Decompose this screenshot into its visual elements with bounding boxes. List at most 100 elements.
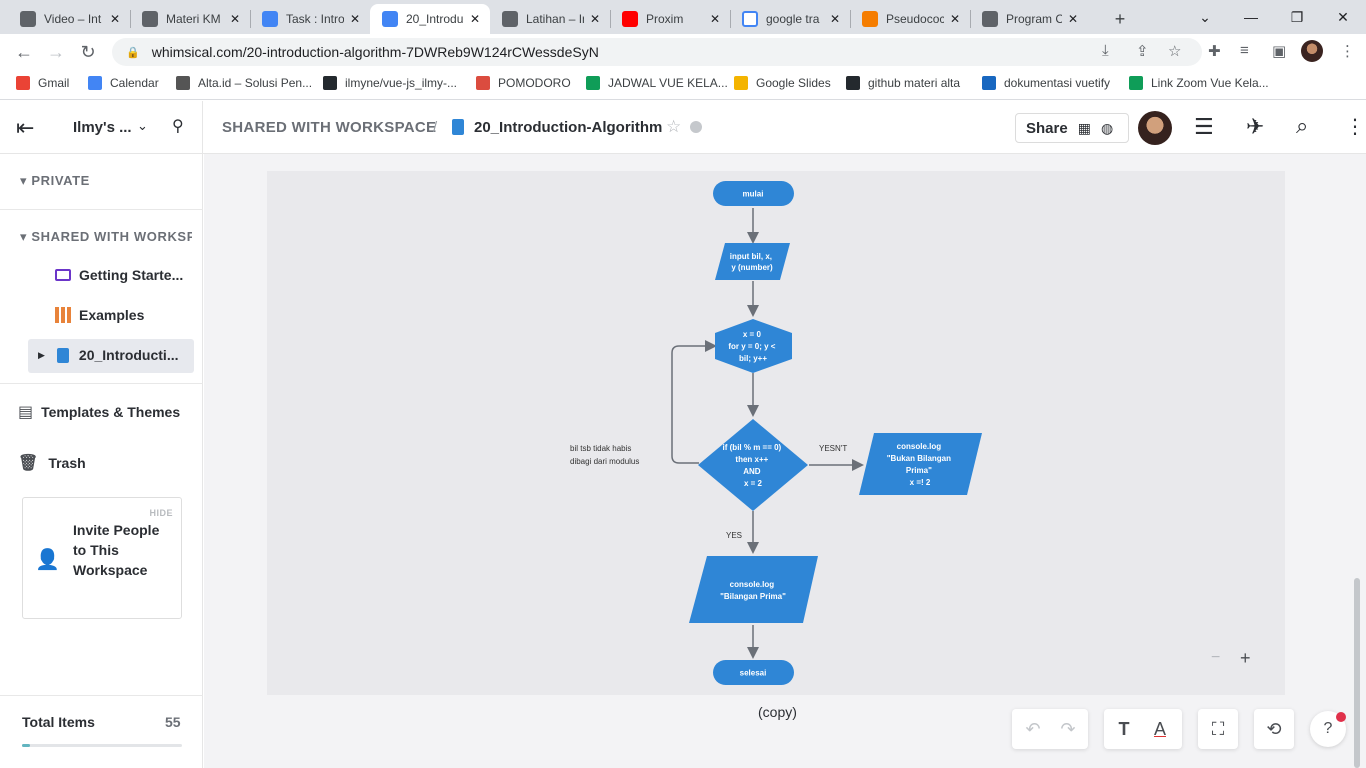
profile-avatar[interactable] <box>1301 40 1323 62</box>
tab-favicon-icon <box>262 11 278 27</box>
workspace-name[interactable]: Ilmy's ... <box>73 119 132 136</box>
zoom-in-button[interactable]: + <box>1240 648 1251 668</box>
search-icon[interactable]: ⌕ <box>1296 113 1308 139</box>
browser-tab[interactable]: Program C ✕ <box>970 4 1088 34</box>
doc-title[interactable]: 20_Introduction-Algorithm <box>474 119 662 136</box>
history-icon[interactable]: ⟲ <box>1256 711 1292 747</box>
send-icon[interactable]: ✈ <box>1246 114 1264 140</box>
templates-themes-link[interactable]: ▤ Templates & Themes <box>18 402 180 422</box>
share-button[interactable]: Share ▦ ◍ <box>1015 113 1129 143</box>
browser-tab[interactable]: Pseudococ ✕ <box>850 4 970 34</box>
flowchart-board[interactable]: mulai input bil, x, y (number) x = 0 for… <box>267 171 1285 695</box>
usage-bar <box>22 744 182 747</box>
hide-invite-button[interactable]: HIDE <box>149 508 173 518</box>
new-tab-button[interactable]: + <box>1108 4 1132 34</box>
close-tab-icon[interactable]: ✕ <box>110 12 120 26</box>
zoom-out-button[interactable]: − <box>1211 649 1220 666</box>
bookmark-item[interactable]: JADWAL VUE KELA... <box>586 76 728 90</box>
user-avatar[interactable] <box>1138 111 1172 145</box>
redo-icon[interactable]: ↷ <box>1050 711 1086 747</box>
close-tab-icon[interactable]: ✕ <box>830 12 840 26</box>
close-tab-icon[interactable]: ✕ <box>470 12 480 26</box>
browser-tab[interactable]: google tra ✕ <box>730 4 850 34</box>
close-tab-icon[interactable]: ✕ <box>1068 12 1078 26</box>
vertical-scrollbar[interactable] <box>1354 578 1360 768</box>
yes-branch-label: YES <box>726 531 742 540</box>
tab-search-icon[interactable]: ⌄ <box>1182 0 1228 34</box>
sidebar-item-getting-started[interactable]: Getting Starte... <box>55 267 183 283</box>
bookmark-item[interactable]: Calendar <box>88 76 159 90</box>
undo-icon[interactable]: ↶ <box>1015 711 1051 747</box>
chrome-menu-icon[interactable]: ⋮ <box>1340 42 1355 60</box>
browser-tab[interactable]: Materi KM ✕ <box>130 4 250 34</box>
bookmark-item[interactable]: Google Slides <box>734 76 831 90</box>
browser-tab[interactable]: Task : Intro ✕ <box>250 4 370 34</box>
text-size-icon[interactable]: T <box>1106 711 1142 747</box>
browser-tab[interactable]: 20_Introdu ✕ <box>370 4 490 34</box>
browser-tab[interactable]: Proxim ✕ <box>610 4 730 34</box>
close-window-icon[interactable]: ✕ <box>1320 0 1366 34</box>
bookmark-favicon-icon <box>88 76 102 90</box>
close-tab-icon[interactable]: ✕ <box>590 12 600 26</box>
caret-right-icon[interactable]: ▶ <box>38 350 45 361</box>
output-yes-node[interactable] <box>689 556 818 623</box>
tab-title: Latihan – In <box>526 12 584 26</box>
breadcrumb-folder[interactable]: SHARED WITH WORKSPACE <box>222 119 436 136</box>
close-tab-icon[interactable]: ✕ <box>230 12 240 26</box>
close-tab-icon[interactable]: ✕ <box>950 12 960 26</box>
side-note[interactable]: bil tsb tidak habis dibagi dari modulus <box>570 444 639 466</box>
trash-link[interactable]: 🗑 Trash <box>18 453 86 473</box>
pin-icon[interactable]: ⚲ <box>172 116 184 136</box>
address-bar[interactable]: 🔒 whimsical.com/20-introduction-algorith… <box>112 38 1202 66</box>
sidebar-item-examples[interactable]: Examples <box>55 307 144 323</box>
install-icon[interactable]: ⤓ <box>1102 42 1109 59</box>
board-icon <box>55 269 71 281</box>
templates-icon: ▤ <box>18 404 34 421</box>
bookmark-star-icon[interactable]: ☆ <box>1168 42 1181 60</box>
input-node[interactable] <box>715 243 790 280</box>
tab-favicon-icon <box>622 11 638 27</box>
board-caption[interactable]: (copy) <box>758 704 797 720</box>
bookmark-item[interactable]: ilmyne/vue-js_ilmy-... <box>323 76 457 90</box>
shared-section[interactable]: ▾ SHARED WITH WORKSPACE <box>20 229 192 245</box>
restore-icon[interactable]: ❐ <box>1274 0 1320 34</box>
collapse-sidebar-icon[interactable]: ⇤ <box>16 115 34 141</box>
sidebar-item-20-introduction[interactable]: ▶ 20_Introducti... <box>38 347 179 363</box>
lock-icon: 🔒 <box>126 46 140 59</box>
close-tab-icon[interactable]: ✕ <box>350 12 360 26</box>
sidebar-item-label: Getting Starte... <box>79 267 184 283</box>
forward-icon[interactable]: → <box>44 40 68 64</box>
bookmark-item[interactable]: github materi alta <box>846 76 960 90</box>
flowchart[interactable]: mulai input bil, x, y (number) x = 0 for… <box>267 171 1285 695</box>
minimize-icon[interactable]: — <box>1228 0 1274 34</box>
whiteboard-canvas[interactable]: mulai input bil, x, y (number) x = 0 for… <box>204 154 1366 768</box>
star-icon[interactable]: ☆ <box>666 117 681 137</box>
browser-tab[interactable]: Latihan – In ✕ <box>490 4 610 34</box>
text-color-icon[interactable]: A <box>1142 711 1178 747</box>
share-page-icon[interactable]: ⇪ <box>1136 42 1149 60</box>
bookmark-item[interactable]: Alta.id – Solusi Pen... <box>176 76 312 90</box>
fit-screen-icon[interactable]: ⛶ <box>1200 711 1236 747</box>
comments-icon[interactable]: ☰ <box>1194 114 1214 140</box>
notification-dot <box>1336 712 1346 722</box>
extensions-icon[interactable]: ✚ <box>1208 42 1221 60</box>
tab-title: Pseudococ <box>886 12 944 26</box>
bookmark-item[interactable]: POMODORO <box>476 76 571 90</box>
bookmark-favicon-icon <box>586 76 600 90</box>
close-tab-icon[interactable]: ✕ <box>710 12 720 26</box>
bookmark-item[interactable]: Link Zoom Vue Kela... <box>1129 76 1269 90</box>
more-menu-icon[interactable]: ⋮ <box>1345 114 1365 139</box>
back-icon[interactable]: ← <box>12 40 36 64</box>
bookmark-item[interactable]: dokumentasi vuetify <box>982 76 1110 90</box>
invite-card[interactable]: HIDE 👤 Invite People to This Workspace <box>22 497 182 619</box>
divider <box>0 383 203 384</box>
tab-title: google tra <box>766 12 820 26</box>
private-section[interactable]: ▾ PRIVATE <box>20 173 90 189</box>
chevron-down-icon[interactable]: ⌄ <box>137 118 148 134</box>
decision-node[interactable] <box>698 419 808 511</box>
browser-tab[interactable]: Video – Int ✕ <box>8 4 130 34</box>
reload-icon[interactable]: ↻ <box>76 40 100 64</box>
bookmark-item[interactable]: Gmail <box>16 76 69 90</box>
side-panel-icon[interactable]: ▣ <box>1272 42 1286 60</box>
media-icon[interactable]: ≡ <box>1240 42 1249 59</box>
